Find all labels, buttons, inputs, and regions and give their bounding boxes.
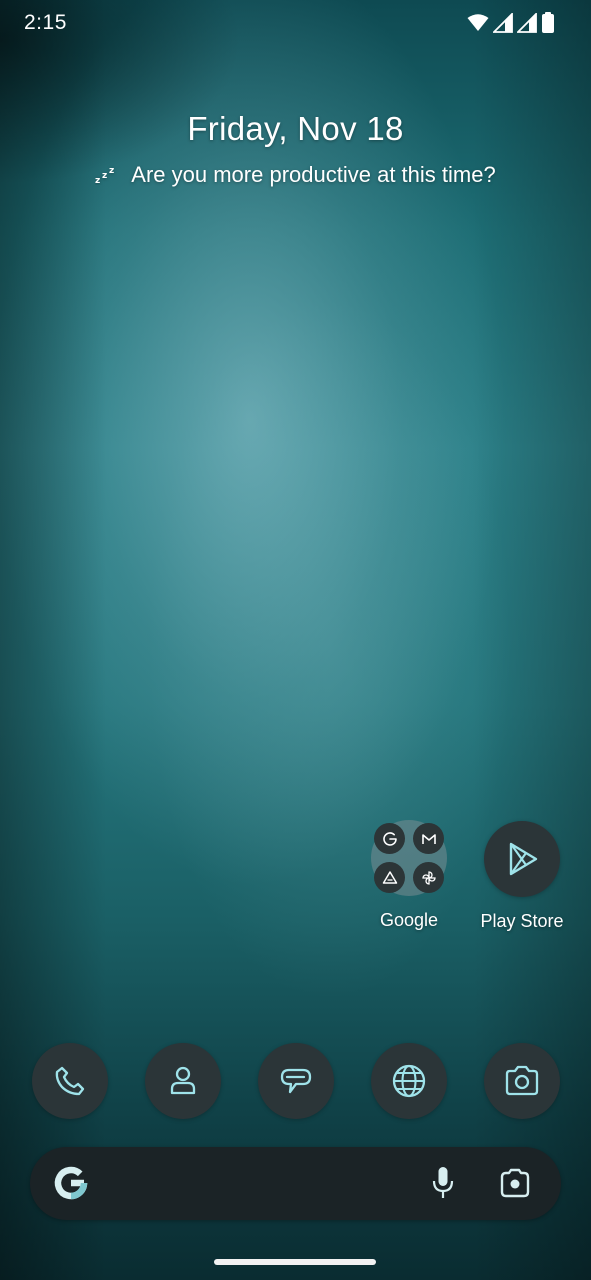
photos-icon [413,862,444,893]
status-icons [467,12,555,34]
glance-prompt[interactable]: z z z Are you more productive at this ti… [0,162,591,188]
navigation-handle[interactable] [214,1259,376,1265]
svg-text:z: z [102,171,107,181]
google-folder-label: Google [379,910,439,930]
wifi-icon [467,14,489,31]
messages-icon[interactable] [258,1043,334,1119]
play-store-app[interactable]: Play Store [467,821,577,932]
play-store-label: Play Store [480,911,564,931]
contacts-icon[interactable] [145,1043,221,1119]
svg-text:z: z [95,176,100,185]
zzz-icon: z z z [95,166,114,185]
date-text[interactable]: Friday, Nov 18 [0,110,591,148]
camera-icon[interactable] [484,1043,560,1119]
play-store-icon[interactable] [484,821,560,897]
google-search-bar[interactable] [30,1147,561,1220]
phone-icon[interactable] [32,1043,108,1119]
svg-text:z: z [109,166,114,176]
battery-icon [542,12,554,33]
at-a-glance-widget[interactable]: Friday, Nov 18 z z z Are you more produc… [0,110,591,188]
browser-icon[interactable] [371,1043,447,1119]
signal-icon [493,13,513,33]
status-time: 2:15 [24,11,67,34]
google-folder-icon[interactable] [371,820,447,896]
drive-icon [374,862,405,893]
status-bar: 2:15 [0,0,591,48]
prompt-text: Are you more productive at this time? [131,162,496,187]
lens-icon[interactable] [498,1167,532,1199]
google-icon [374,823,405,854]
mic-icon[interactable] [428,1165,458,1201]
google-folder[interactable]: Google [354,820,464,931]
dock [0,1043,591,1119]
signal-icon [517,13,537,33]
google-g-icon[interactable] [50,1162,92,1204]
gmail-icon [413,823,444,854]
